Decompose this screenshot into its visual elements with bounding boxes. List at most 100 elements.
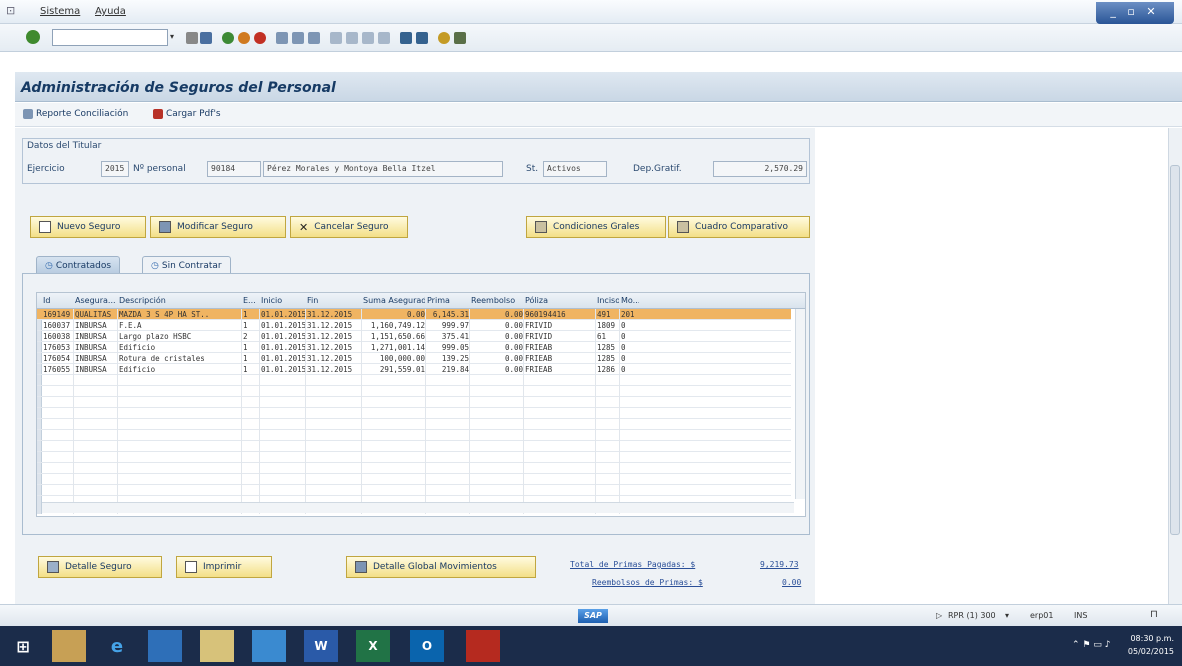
detail-insurance-button[interactable]: Detalle Seguro: [38, 556, 162, 578]
table-cell: 31.12.2015: [307, 321, 353, 330]
sap-menu-icon[interactable]: ⊡: [6, 4, 15, 17]
cancel-icon[interactable]: [254, 32, 266, 44]
column-header[interactable]: Fin: [307, 296, 361, 305]
upload-pdf-button[interactable]: Cargar Pdf's: [153, 109, 221, 119]
table-cell: 169149: [43, 310, 71, 319]
table-row[interactable]: 160037 INBURSA F.E.A 1 01.01.2015 31.12.2015 1…: [37, 320, 791, 331]
table-cell: 1: [243, 321, 248, 330]
column-header[interactable]: Inciso: [597, 296, 619, 305]
print-icon[interactable]: [276, 32, 288, 44]
table-row[interactable]: 176053 INBURSA Edificio 1 01.01.2015 31.12.20…: [37, 342, 791, 353]
find-icon[interactable]: [292, 32, 304, 44]
table-row-empty[interactable]: [37, 463, 791, 474]
word-icon[interactable]: W: [304, 630, 338, 662]
table-cell: 31.12.2015: [307, 310, 353, 319]
new-insurance-button[interactable]: Nuevo Seguro: [30, 216, 146, 238]
print-button[interactable]: Imprimir: [176, 556, 272, 578]
report-button[interactable]: Reporte Conciliación: [23, 109, 128, 119]
table-row-empty[interactable]: [37, 474, 791, 485]
table-row-empty[interactable]: [37, 430, 791, 441]
table-row-empty[interactable]: [37, 386, 791, 397]
table-row-empty[interactable]: [37, 452, 791, 463]
group-title: Datos del Titular: [27, 141, 102, 151]
windows-start-icon[interactable]: ⊞: [6, 630, 40, 662]
system-info[interactable]: RPR (1) 300: [948, 611, 996, 620]
comparison-icon: [677, 221, 689, 233]
table-cell: 01.01.2015: [261, 365, 305, 374]
table-row[interactable]: 176054 INBURSA Rotura de cristales 1 01.01.2…: [37, 353, 791, 364]
cancel-insurance-button[interactable]: ✕ Cancelar Seguro: [290, 216, 408, 238]
clock-icon: ◷: [45, 260, 53, 271]
file-explorer-icon[interactable]: [52, 630, 86, 662]
table-row[interactable]: 176055 INBURSA Edificio 1 01.01.2015 31.12.20…: [37, 364, 791, 375]
play-icon[interactable]: ▷: [936, 611, 942, 620]
vertical-scroll-thumb[interactable]: [1170, 165, 1180, 535]
table-row-empty[interactable]: [37, 485, 791, 496]
cancel-x-icon: ✕: [299, 220, 309, 234]
menu-ayuda[interactable]: Ayuda: [95, 6, 126, 17]
sap-logon-icon[interactable]: [252, 630, 286, 662]
total-premiums-value[interactable]: 9,219.73: [760, 560, 799, 569]
modify-insurance-button[interactable]: Modificar Seguro: [150, 216, 286, 238]
back-icon[interactable]: [186, 32, 198, 44]
column-header[interactable]: Póliza: [525, 296, 595, 305]
new-session-icon[interactable]: [400, 32, 412, 44]
column-header[interactable]: Descripción: [119, 296, 241, 305]
shortcut-icon[interactable]: [416, 32, 428, 44]
column-header[interactable]: E...: [243, 296, 259, 305]
table-row-empty[interactable]: [37, 375, 791, 386]
next-page-icon[interactable]: [362, 32, 374, 44]
save-icon[interactable]: [200, 32, 212, 44]
table-row-empty[interactable]: [37, 419, 791, 430]
column-header[interactable]: Inicio: [261, 296, 305, 305]
exit-icon[interactable]: [238, 32, 250, 44]
previous-page-icon[interactable]: [346, 32, 358, 44]
table-row[interactable]: 160038 INBURSA Largo plazo HSBC 2 01.01.2015…: [37, 331, 791, 342]
clock[interactable]: 08:30 p.m. 05/02/2015: [1128, 632, 1174, 658]
table-row-empty[interactable]: [37, 441, 791, 452]
ejercicio-field[interactable]: 2015: [101, 161, 129, 177]
column-header[interactable]: Asegura...: [75, 296, 117, 305]
enter-icon[interactable]: [26, 30, 40, 44]
comparison-button[interactable]: Cuadro Comparativo: [668, 216, 810, 238]
excel-icon[interactable]: X: [356, 630, 390, 662]
outlook-icon[interactable]: O: [410, 630, 444, 662]
tab-sin-contratar[interactable]: ◷ Sin Contratar: [142, 256, 231, 274]
first-page-icon[interactable]: [330, 32, 342, 44]
column-header[interactable]: Mo...: [621, 296, 639, 305]
table-horizontal-scrollbar[interactable]: [42, 502, 794, 513]
menu-sistema[interactable]: Sistema: [40, 6, 80, 17]
folder-icon[interactable]: [200, 630, 234, 662]
column-header[interactable]: Id: [43, 296, 73, 305]
table-cell: 0.00: [504, 354, 523, 363]
system-dropdown-icon[interactable]: ▾: [1005, 611, 1009, 620]
lync-icon[interactable]: [148, 630, 182, 662]
table-cell: FRIVID: [525, 321, 553, 330]
tab-contratados[interactable]: ◷ Contratados: [36, 256, 121, 274]
reimbursement-value[interactable]: 0.00: [782, 578, 801, 587]
table-row-empty[interactable]: [37, 408, 791, 419]
find-next-icon[interactable]: [308, 32, 320, 44]
back-green-icon[interactable]: [222, 32, 234, 44]
table-row-empty[interactable]: [37, 397, 791, 408]
tab-contratados-label: Contratados: [55, 260, 112, 271]
help-icon[interactable]: [438, 32, 450, 44]
column-header[interactable]: Reembolso: [471, 296, 523, 305]
general-conditions-button[interactable]: Condiciones Grales: [526, 216, 666, 238]
internet-explorer-icon[interactable]: e: [100, 630, 134, 662]
table-vertical-scrollbar[interactable]: [795, 309, 805, 499]
personal-field[interactable]: 90184: [207, 161, 261, 177]
tray-icons[interactable]: ⌃ ⚑ ▭ ♪: [1072, 640, 1110, 650]
command-dropdown-icon[interactable]: ▾: [170, 32, 174, 41]
global-movements-button[interactable]: Detalle Global Movimientos: [346, 556, 536, 578]
column-divider: [241, 309, 242, 514]
acrobat-icon[interactable]: [466, 630, 500, 662]
command-field[interactable]: [52, 29, 168, 46]
window-controls[interactable]: _ ▫ ✕: [1096, 2, 1174, 24]
column-header[interactable]: Suma Asegurada: [363, 296, 425, 305]
layout-icon[interactable]: [454, 32, 466, 44]
table-row-selected[interactable]: 169149 QUALITAS MAZDA 3 S 4P HA ST.. 1 01.01…: [37, 309, 791, 320]
table-cell: 1: [243, 343, 248, 352]
column-header[interactable]: Prima: [427, 296, 469, 305]
last-page-icon[interactable]: [378, 32, 390, 44]
